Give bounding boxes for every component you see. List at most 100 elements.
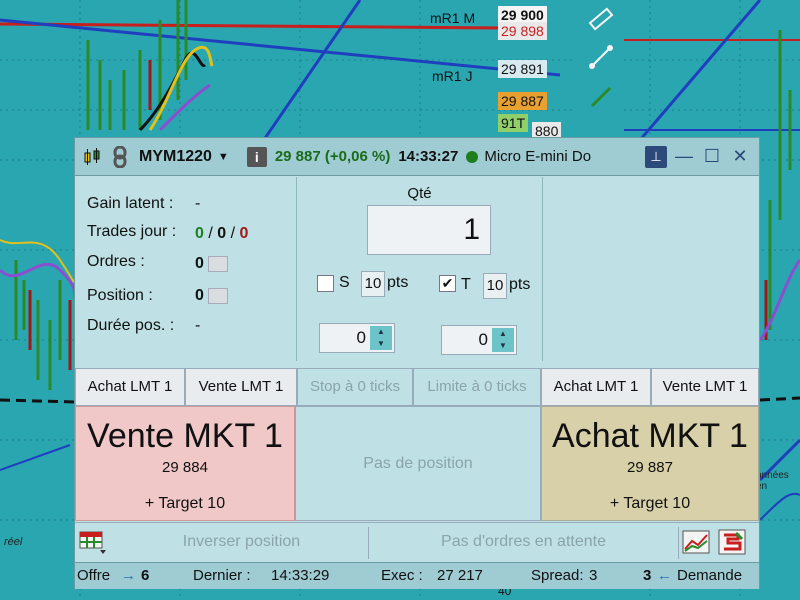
sell-limit-button-right[interactable]: Vente LMT 1 — [651, 368, 759, 406]
latent-gain-value: - — [195, 195, 201, 212]
settings-icon[interactable] — [717, 527, 749, 557]
stop-ticks-button[interactable]: Stop à 0 ticks — [297, 368, 413, 406]
target-label: T — [461, 276, 471, 293]
line-tool-icon[interactable] — [588, 44, 614, 75]
demand-label: Demande — [677, 567, 743, 584]
chart-trade-icon[interactable] — [681, 527, 713, 557]
last-quote: 29 887 (+0,06 %) — [274, 148, 391, 165]
limit-order-buttons: Achat LMT 1 Vente LMT 1 Stop à 0 ticks L… — [75, 368, 759, 406]
arrow-right-icon: → — [121, 567, 136, 584]
link-icon[interactable] — [109, 145, 131, 168]
buy-market-target: + Target 10 — [609, 495, 691, 512]
connection-status-icon — [466, 150, 479, 163]
ruler-icon[interactable] — [588, 6, 614, 37]
last-value: 14:33:29 — [271, 567, 330, 584]
limit-ticks-button[interactable]: Limite à 0 ticks — [413, 368, 541, 406]
buy-market-title: Achat MKT 1 — [552, 417, 748, 455]
bg-level-label: mR1 J — [432, 68, 473, 84]
trades-separator: / — [208, 225, 213, 242]
orders-value: 0 — [195, 255, 204, 272]
close-icon[interactable]: ✕ — [729, 146, 751, 168]
bg-price-tag: 29 891 — [498, 60, 547, 78]
buy-market-price: 29 887 — [627, 459, 673, 476]
target-points-input[interactable]: 10 — [483, 273, 507, 299]
increment-icon[interactable]: ▲ — [370, 326, 392, 338]
instrument-name: Micro E-mini Do — [484, 148, 592, 165]
spread-value: 3 — [589, 567, 598, 584]
sell-market-target: + Target 10 — [144, 495, 226, 512]
trades-won: 0 — [195, 225, 204, 242]
position-value: 0 — [195, 287, 204, 304]
buy-limit-button-right[interactable]: Achat LMT 1 — [541, 368, 651, 406]
limit-offset-value: 0 — [478, 330, 488, 349]
reverse-position-button[interactable]: Inverser position — [115, 527, 369, 559]
latent-gain-label: Gain latent : — [87, 195, 174, 212]
symbol-selector[interactable]: MYM1220 — [139, 148, 212, 166]
position-label: Position : — [87, 287, 153, 304]
action-bar: Inverser position Pas d'ordres en attent… — [75, 522, 759, 562]
minimize-icon[interactable]: — — [673, 146, 695, 168]
quote-time: 14:33:27 — [398, 148, 459, 165]
position-value-group: 0 — [195, 287, 228, 305]
trades-day-label: Trades jour : — [87, 223, 177, 240]
bg-left-label: réel — [4, 536, 23, 548]
empty-panel — [543, 177, 759, 361]
sell-market-price: 29 884 — [162, 459, 208, 476]
increment-icon[interactable]: ▲ — [492, 328, 514, 340]
drawing-toolbar — [576, 0, 624, 150]
stop-offset-value: 0 — [356, 328, 366, 347]
last-label: Dernier : — [193, 567, 251, 584]
chevron-down-icon[interactable]: ▼ — [218, 151, 229, 163]
stop-offset-stepper[interactable]: 0 ▲ ▼ — [319, 323, 395, 353]
orders-label: Ordres : — [87, 253, 145, 270]
orders-value-group: 0 — [195, 255, 228, 273]
exec-label: Exec : — [381, 567, 423, 584]
sell-market-button[interactable]: Vente MKT 1 29 884 + Target 10 — [75, 406, 295, 521]
bg-price-tag: 91T — [498, 114, 529, 132]
spread-label: Spread: — [531, 567, 584, 584]
buy-market-button[interactable]: Achat MKT 1 29 887 + Target 10 — [541, 406, 759, 521]
trend-tool-icon[interactable] — [588, 84, 614, 115]
stop-points-input[interactable]: 10 — [361, 271, 385, 297]
trades-even: 0 — [217, 225, 227, 242]
window-titlebar: MYM1220 ▼ i 29 887 (+0,06 %) 14:33:27 Mi… — [75, 138, 759, 176]
pin-icon[interactable]: ⊥ — [645, 145, 667, 168]
quantity-label: Qté — [407, 185, 432, 202]
order-entry-window: MYM1220 ▼ i 29 887 (+0,06 %) 14:33:27 Mi… — [74, 137, 760, 589]
offer-label: Offre — [77, 567, 111, 584]
stop-label: S — [339, 274, 350, 291]
bg-price-tag: 29 898 — [498, 22, 547, 40]
position-status-panel: Pas de position — [295, 406, 541, 521]
trades-lost: 0 — [239, 225, 249, 242]
trades-day-values: 0 / 0 / 0 — [195, 225, 248, 243]
limit-offset-stepper[interactable]: 0 ▲ ▼ — [441, 325, 517, 355]
quantity-input[interactable]: 1 — [367, 205, 491, 255]
sell-market-title: Vente MKT 1 — [87, 417, 283, 455]
maximize-icon[interactable]: ☐ — [701, 146, 723, 168]
target-checkbox[interactable]: ✔ — [439, 275, 456, 292]
candlestick-icon[interactable] — [81, 146, 103, 168]
stop-checkbox[interactable] — [317, 275, 334, 292]
no-position-text: Pas de position — [363, 455, 473, 472]
decrement-icon[interactable]: ▼ — [370, 338, 392, 350]
stop-points-unit: pts — [387, 274, 409, 291]
target-points-unit: pts — [509, 276, 531, 293]
status-bar: Offre → 6 Dernier : 14:33:29 Exec : 27 2… — [75, 562, 759, 589]
sell-limit-button-left[interactable]: Vente LMT 1 — [185, 368, 297, 406]
grid-layout-icon[interactable] — [77, 527, 109, 557]
pending-orders-button[interactable]: Pas d'ordres en attente — [369, 527, 679, 559]
info-icon[interactable]: i — [246, 146, 267, 167]
decrement-icon[interactable]: ▼ — [492, 340, 514, 352]
position-detail-button[interactable] — [207, 287, 228, 304]
quantity-panel: Qté 1 S 10 pts ✔ T 10 pts 0 ▲ ▼ 0 ▲ ▼ — [297, 177, 543, 361]
exec-value: 27 217 — [437, 567, 483, 584]
demand-value: 3 — [643, 567, 652, 584]
offer-value: 6 — [141, 567, 150, 584]
buy-limit-button-left[interactable]: Achat LMT 1 — [75, 368, 185, 406]
bg-level-label: mR1 M — [430, 10, 476, 26]
bg-price-tag: 29 887 — [498, 92, 547, 110]
position-stats-panel: Gain latent : - Trades jour : 0 / 0 / 0 … — [75, 177, 297, 361]
arrow-left-icon: ← — [657, 567, 672, 584]
trades-separator: / — [230, 225, 236, 242]
orders-detail-button[interactable] — [207, 255, 228, 272]
